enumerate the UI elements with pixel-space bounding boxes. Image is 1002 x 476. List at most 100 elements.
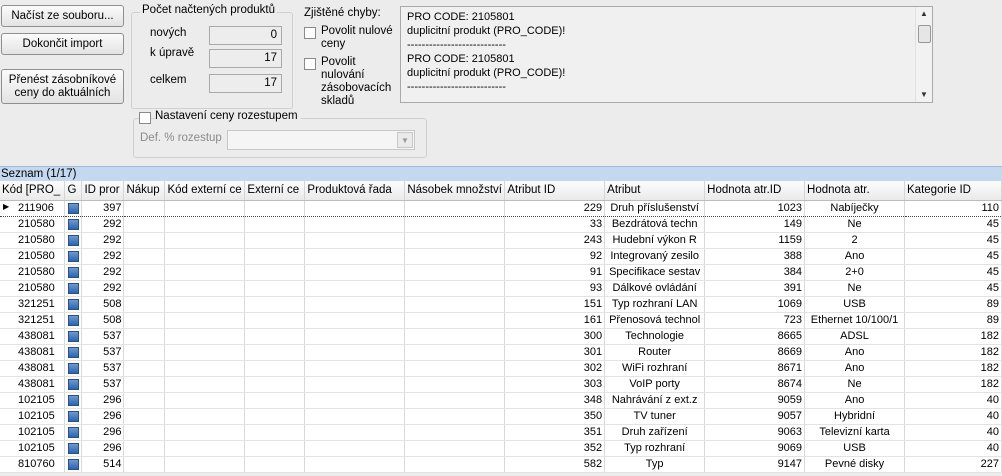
table-cell[interactable]: 391 xyxy=(704,280,806,297)
table-cell[interactable]: USB xyxy=(804,296,906,313)
table-cell[interactable] xyxy=(164,424,246,441)
table-cell[interactable]: Druh příslušenství xyxy=(604,199,706,217)
table-row[interactable]: 102105 296 352 Typ rozhraní 9069 USB 40 xyxy=(0,440,1002,457)
table-cell[interactable]: 9069 xyxy=(704,440,806,457)
scroll-thumb[interactable] xyxy=(918,25,931,43)
table-cell[interactable] xyxy=(304,392,406,409)
table-cell[interactable] xyxy=(123,376,166,393)
table-cell[interactable] xyxy=(123,216,166,233)
table-row[interactable]: 210580 292 33 Bezdrátová techn 149 Ne 45 xyxy=(0,216,1002,233)
column-header[interactable]: Kód externí ce xyxy=(164,181,246,201)
table-cell[interactable] xyxy=(164,376,246,393)
table-cell[interactable]: Ano xyxy=(804,360,906,377)
table-cell[interactable]: 33 xyxy=(504,216,606,233)
table-cell[interactable]: 514 xyxy=(81,456,125,473)
table-cell[interactable]: 149 xyxy=(704,216,806,233)
table-row[interactable]: ▶ 211906 397 229 Druh příslušenství 1023 Nabíj… xyxy=(0,199,1002,217)
table-cell[interactable]: 508 xyxy=(81,296,125,313)
transfer-stock-prices-button[interactable]: Přenést zásobníkové ceny do aktuálních xyxy=(1,69,124,104)
table-cell[interactable] xyxy=(123,312,166,329)
table-cell[interactable] xyxy=(404,312,506,329)
table-cell[interactable] xyxy=(304,360,406,377)
table-cell[interactable]: 296 xyxy=(81,408,125,425)
table-cell[interactable]: 8671 xyxy=(704,360,806,377)
table-cell[interactable] xyxy=(404,264,506,281)
table-cell[interactable]: Druh zařízení xyxy=(604,424,706,441)
table-row[interactable]: 810760 514 582 Typ 9147 Pevné disky 227 xyxy=(0,456,1002,473)
cell-code[interactable]: 210580 xyxy=(0,280,66,297)
table-cell[interactable]: 1159 xyxy=(704,232,806,249)
table-cell[interactable]: 40 xyxy=(904,408,1002,425)
step-pricing-checkbox[interactable] xyxy=(139,112,151,124)
column-header[interactable]: Hodnota atr.ID xyxy=(704,181,806,201)
cell-code[interactable]: 438081 xyxy=(0,344,66,361)
table-cell[interactable]: Typ xyxy=(604,456,706,473)
table-cell[interactable] xyxy=(244,199,306,217)
table-cell[interactable]: 110 xyxy=(904,199,1002,217)
cell-g[interactable] xyxy=(64,376,83,393)
table-cell[interactable]: 9063 xyxy=(704,424,806,441)
table-cell[interactable]: 92 xyxy=(504,248,606,265)
table-cell[interactable]: 537 xyxy=(81,344,125,361)
table-cell[interactable]: 9057 xyxy=(704,408,806,425)
table-cell[interactable]: 8665 xyxy=(704,328,806,345)
table-cell[interactable]: 296 xyxy=(81,440,125,457)
table-cell[interactable]: 397 xyxy=(81,199,125,217)
cell-g[interactable] xyxy=(64,312,83,329)
cell-g[interactable] xyxy=(64,216,83,233)
cell-code[interactable]: 210580 xyxy=(0,232,66,249)
cell-g[interactable] xyxy=(64,232,83,249)
table-cell[interactable]: 93 xyxy=(504,280,606,297)
table-cell[interactable]: 296 xyxy=(81,424,125,441)
table-cell[interactable]: 350 xyxy=(504,408,606,425)
table-cell[interactable] xyxy=(123,232,166,249)
table-cell[interactable] xyxy=(404,248,506,265)
cell-code[interactable]: 210580 xyxy=(0,264,66,281)
table-cell[interactable] xyxy=(123,328,166,345)
cell-g[interactable] xyxy=(64,344,83,361)
table-cell[interactable] xyxy=(123,264,166,281)
table-cell[interactable]: 351 xyxy=(504,424,606,441)
table-cell[interactable] xyxy=(164,392,246,409)
cell-code[interactable]: 102105 xyxy=(0,440,66,457)
table-cell[interactable] xyxy=(304,344,406,361)
table-cell[interactable]: Ne xyxy=(804,216,906,233)
errors-scrollbar[interactable]: ▲ ▼ xyxy=(915,7,932,102)
table-cell[interactable]: 8674 xyxy=(704,376,806,393)
scroll-down-icon[interactable]: ▼ xyxy=(916,88,932,102)
table-cell[interactable]: TV tuner xyxy=(604,408,706,425)
table-cell[interactable]: 2+0 xyxy=(804,264,906,281)
table-cell[interactable] xyxy=(164,360,246,377)
table-cell[interactable] xyxy=(123,199,166,217)
table-cell[interactable]: 9059 xyxy=(704,392,806,409)
table-cell[interactable] xyxy=(404,392,506,409)
table-cell[interactable] xyxy=(404,456,506,473)
table-row[interactable]: 102105 296 350 TV tuner 9057 Hybridní 40 xyxy=(0,408,1002,425)
table-cell[interactable]: Ne xyxy=(804,376,906,393)
table-cell[interactable]: 229 xyxy=(504,199,606,217)
product-grid[interactable]: Kód [PRO_ G ID pror Nákup Kód externí ce Exte… xyxy=(0,181,1002,473)
cell-code[interactable]: 102105 xyxy=(0,392,66,409)
table-row[interactable]: 210580 292 91 Specifikace sestav 384 2+0 45 xyxy=(0,264,1002,281)
cell-g[interactable] xyxy=(64,328,83,345)
column-header[interactable]: Atribut ID xyxy=(504,181,606,201)
cell-code[interactable]: 438081 xyxy=(0,360,66,377)
table-cell[interactable]: Integrovaný zesilo xyxy=(604,248,706,265)
table-row[interactable]: 438081 537 302 WiFi rozhraní 8671 Ano 182 xyxy=(0,360,1002,377)
table-cell[interactable] xyxy=(404,199,506,217)
table-cell[interactable]: 292 xyxy=(81,264,125,281)
table-cell[interactable]: 292 xyxy=(81,232,125,249)
table-cell[interactable]: WiFi rozhraní xyxy=(604,360,706,377)
cell-g[interactable] xyxy=(64,424,83,441)
table-cell[interactable]: 89 xyxy=(904,296,1002,313)
table-cell[interactable] xyxy=(304,280,406,297)
table-cell[interactable]: Hybridní xyxy=(804,408,906,425)
cell-g[interactable] xyxy=(64,280,83,297)
cell-g[interactable] xyxy=(64,264,83,281)
table-cell[interactable] xyxy=(304,328,406,345)
table-cell[interactable] xyxy=(304,312,406,329)
table-row[interactable]: 102105 296 351 Druh zařízení 9063 Televizní k… xyxy=(0,424,1002,441)
table-cell[interactable] xyxy=(304,232,406,249)
table-cell[interactable]: Nahrávání z ext.z xyxy=(604,392,706,409)
column-header[interactable]: Atribut xyxy=(604,181,706,201)
